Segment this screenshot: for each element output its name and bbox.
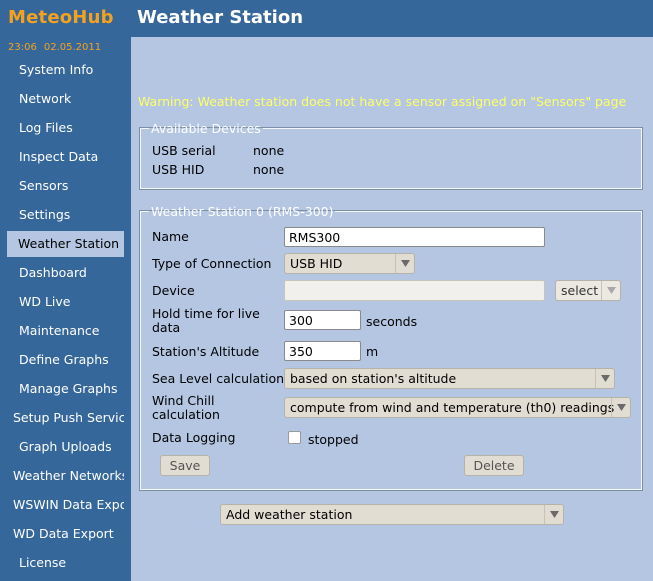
sidebar-item-system-info[interactable]: System Info: [7, 57, 124, 83]
add-weather-station-select[interactable]: Add weather station: [220, 504, 564, 525]
sidebar-item-maintenance[interactable]: Maintenance: [7, 318, 124, 344]
connection-type-label: Type of Connection: [152, 256, 272, 271]
sidebar-item-manage-graphs[interactable]: Manage Graphs: [7, 376, 124, 402]
clock-date: 02.05.2011: [43, 42, 102, 53]
sidebar-item-wd-live[interactable]: WD Live: [7, 289, 124, 315]
device-label: Device: [152, 283, 195, 298]
sidebar-item-define-graphs[interactable]: Define Graphs: [7, 347, 124, 373]
connection-type-value: USB HID: [290, 256, 343, 271]
usb-serial-label: USB serial: [152, 143, 216, 158]
device-select-label: select: [561, 283, 599, 298]
usb-serial-value: none: [253, 143, 285, 158]
chevron-down-icon: [595, 369, 614, 388]
sidebar-item-inspect-data[interactable]: Inspect Data: [7, 144, 124, 170]
device-input: [284, 280, 545, 301]
chevron-down-icon: [544, 505, 563, 524]
sidebar-item-wswin-data-expo[interactable]: WSWIN Data Expo: [7, 492, 124, 518]
hold-time-input[interactable]: [284, 310, 361, 330]
hold-time-unit: seconds: [366, 314, 418, 329]
chevron-down-icon: [395, 254, 414, 273]
sensor-warning: Warning: Weather station does not have a…: [138, 94, 627, 109]
sidebar-item-settings[interactable]: Settings: [7, 202, 124, 228]
sidebar-item-sensors[interactable]: Sensors: [7, 173, 124, 199]
wind-chill-select[interactable]: compute from wind and temperature (th0) …: [284, 397, 631, 418]
data-logging-label: Data Logging: [152, 430, 236, 445]
sidebar-item-wd-data-export[interactable]: WD Data Export: [7, 521, 124, 547]
sea-level-select[interactable]: based on station's altitude: [284, 368, 615, 389]
save-button[interactable]: Save: [160, 455, 210, 476]
device-select: select: [555, 280, 621, 301]
sidebar-item-weather-networks[interactable]: Weather Networks: [7, 463, 124, 489]
data-logging-checkbox[interactable]: [288, 431, 301, 444]
usb-hid-label: USB HID: [152, 162, 205, 177]
sidebar-item-graph-uploads[interactable]: Graph Uploads: [7, 434, 124, 460]
app-logo: MeteoHub: [8, 7, 114, 28]
wind-chill-value: compute from wind and temperature (th0) …: [290, 400, 615, 415]
usb-hid-value: none: [253, 162, 285, 177]
clock: 23:06 02.05.2011: [8, 42, 108, 53]
altitude-unit: m: [366, 344, 379, 359]
data-logging-status: stopped: [308, 432, 359, 447]
page-title: Weather Station: [137, 7, 304, 28]
station-name-input[interactable]: [284, 227, 545, 247]
wind-chill-label: Wind Chill calculation: [152, 393, 220, 422]
sea-level-value: based on station's altitude: [290, 371, 457, 386]
connection-type-select[interactable]: USB HID: [284, 253, 415, 274]
sidebar: MeteoHub 23:06 02.05.2011 System Info Netw…: [0, 0, 131, 581]
hold-time-label: Hold time for live data: [152, 306, 260, 335]
name-label: Name: [152, 229, 189, 244]
sidebar-item-dashboard[interactable]: Dashboard: [7, 260, 124, 286]
sidebar-item-network[interactable]: Network: [7, 86, 124, 112]
delete-button[interactable]: Delete: [464, 455, 524, 476]
weather-station-legend: Weather Station 0 (RMS-300): [151, 204, 334, 219]
add-weather-station-value: Add weather station: [226, 507, 353, 522]
altitude-label: Station's Altitude: [152, 344, 260, 359]
chevron-down-icon: [611, 398, 630, 417]
sidebar-item-license[interactable]: License: [7, 550, 124, 576]
sidebar-item-weather-station[interactable]: Weather Station: [7, 231, 124, 257]
sidebar-item-setup-push-servic[interactable]: Setup Push Servic: [7, 405, 124, 431]
clock-time: 23:06: [8, 42, 37, 53]
main-content: Warning: Weather station does not have a…: [131, 37, 653, 581]
sea-level-label: Sea Level calculation: [152, 371, 285, 386]
chevron-down-icon: [601, 281, 620, 300]
altitude-input[interactable]: [284, 341, 361, 361]
sidebar-item-log-files[interactable]: Log Files: [7, 115, 124, 141]
available-devices-legend: Available Devices: [151, 121, 261, 136]
page-header: Weather Station: [131, 0, 653, 37]
